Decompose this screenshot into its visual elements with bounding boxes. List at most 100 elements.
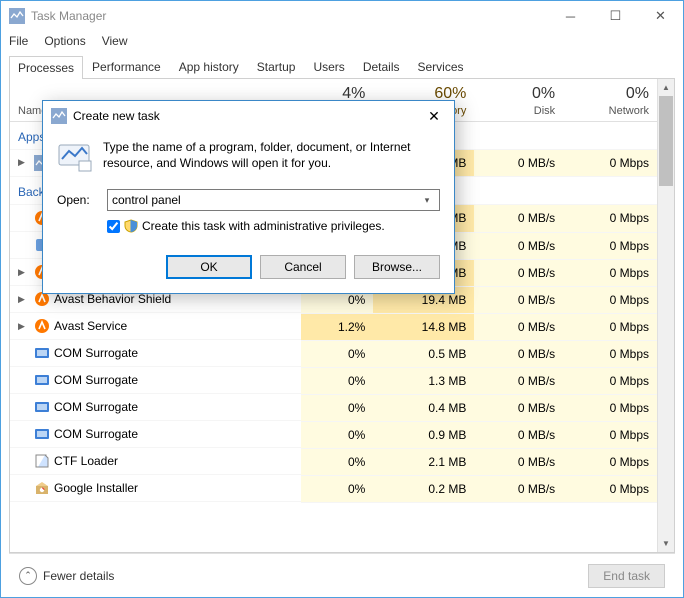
table-row[interactable]: COM Surrogate 0%1.3 MB0 MB/s0 Mbps — [10, 367, 657, 394]
browse-button[interactable]: Browse... — [354, 255, 440, 279]
cell-net: 0 Mbps — [563, 205, 657, 233]
tab-details[interactable]: Details — [354, 55, 409, 78]
cell-cpu: 0% — [301, 421, 373, 448]
cell-net: 0 Mbps — [563, 475, 657, 502]
cell-disk: 0 MB/s — [474, 448, 563, 475]
cell-disk: 0 MB/s — [474, 232, 563, 259]
cell-disk: 0 MB/s — [474, 367, 563, 394]
cancel-button[interactable]: Cancel — [260, 255, 346, 279]
cell-mem: 0.5 MB — [373, 340, 474, 367]
shield-icon — [124, 219, 138, 233]
cell-net: 0 Mbps — [563, 448, 657, 475]
table-row[interactable]: ▶Avast Service1.2%14.8 MB0 MB/s0 Mbps — [10, 313, 657, 340]
open-combobox[interactable]: ▾ — [107, 189, 440, 211]
process-name: CTF Loader — [54, 454, 118, 468]
cell-disk: 0 MB/s — [474, 259, 563, 286]
tab-app-history[interactable]: App history — [170, 55, 248, 78]
expand-icon[interactable]: ▶ — [18, 321, 30, 332]
cell-mem: 0.9 MB — [373, 421, 474, 448]
tab-performance[interactable]: Performance — [83, 55, 170, 78]
cell-disk: 0 MB/s — [474, 421, 563, 448]
cell-mem: 0.4 MB — [373, 394, 474, 421]
expand-icon[interactable]: ▶ — [18, 294, 30, 305]
dialog-close-button[interactable]: ✕ — [414, 108, 454, 125]
window-title: Task Manager — [31, 9, 106, 23]
chevron-up-icon: ⌃ — [19, 567, 37, 585]
cell-net: 0 Mbps — [563, 232, 657, 259]
com-icon — [34, 399, 50, 415]
table-row[interactable]: COM Surrogate 0%0.4 MB0 MB/s0 Mbps — [10, 394, 657, 421]
cell-net: 0 Mbps — [563, 367, 657, 394]
cell-cpu: 0% — [301, 448, 373, 475]
menu-file[interactable]: File — [9, 34, 28, 48]
process-name: Avast Behavior Shield — [54, 292, 171, 306]
process-name: COM Surrogate — [54, 373, 138, 387]
scroll-down-icon[interactable]: ▼ — [658, 535, 674, 552]
com-icon — [34, 345, 50, 361]
vertical-scrollbar[interactable]: ▲ ▼ — [657, 79, 674, 552]
expand-icon[interactable]: ▶ — [18, 157, 30, 168]
admin-label: Create this task with administrative pri… — [142, 219, 385, 233]
menubar: File Options View — [1, 31, 683, 51]
cell-net: 0 Mbps — [563, 394, 657, 421]
cell-cpu: 0% — [301, 475, 373, 502]
run-dialog-icon — [51, 108, 67, 124]
col-network[interactable]: 0%Network — [563, 79, 657, 121]
chevron-down-icon[interactable]: ▾ — [419, 195, 435, 206]
com-icon — [34, 372, 50, 388]
cell-mem: 1.3 MB — [373, 367, 474, 394]
process-name: COM Surrogate — [54, 346, 138, 360]
run-icon — [57, 139, 93, 175]
table-row[interactable]: Google Installer 0%0.2 MB0 MB/s0 Mbps — [10, 475, 657, 502]
titlebar: Task Manager ─ ☐ ✕ — [1, 1, 683, 31]
table-row[interactable]: COM Surrogate0%0.5 MB0 MB/s0 Mbps — [10, 340, 657, 367]
cell-cpu: 0% — [301, 394, 373, 421]
tab-users[interactable]: Users — [304, 55, 353, 78]
expand-icon[interactable]: ▶ — [18, 267, 30, 278]
open-label: Open: — [57, 193, 97, 207]
end-task-button[interactable]: End task — [588, 564, 665, 588]
table-row[interactable]: CTF Loader 0%2.1 MB0 MB/s0 Mbps — [10, 448, 657, 475]
scrollbar-thumb[interactable] — [659, 96, 673, 186]
process-name: Avast Service — [54, 319, 127, 333]
process-name: COM Surrogate — [54, 427, 138, 441]
create-new-task-dialog: Create new task ✕ Type the name of a pro… — [42, 100, 455, 294]
cell-net: 0 Mbps — [563, 259, 657, 286]
tab-services[interactable]: Services — [409, 55, 473, 78]
cell-cpu: 1.2% — [301, 313, 373, 340]
footer: ⌃ Fewer details End task — [9, 553, 675, 597]
maximize-button[interactable]: ☐ — [593, 2, 638, 31]
fewer-details-button[interactable]: ⌃ Fewer details — [19, 567, 114, 585]
close-button[interactable]: ✕ — [638, 2, 683, 31]
admin-checkbox[interactable] — [107, 220, 120, 233]
cell-net: 0 Mbps — [563, 340, 657, 367]
minimize-button[interactable]: ─ — [548, 2, 593, 31]
ctf-icon — [34, 453, 50, 469]
cell-disk: 0 MB/s — [474, 340, 563, 367]
cell-mem: 0.2 MB — [373, 475, 474, 502]
ok-button[interactable]: OK — [166, 255, 252, 279]
dialog-title: Create new task — [73, 109, 160, 123]
dialog-description: Type the name of a program, folder, docu… — [103, 139, 440, 171]
scroll-up-icon[interactable]: ▲ — [658, 79, 674, 96]
cell-net: 0 Mbps — [563, 421, 657, 448]
cell-mem: 2.1 MB — [373, 448, 474, 475]
cell-disk: 0 MB/s — [474, 313, 563, 340]
menu-options[interactable]: Options — [44, 34, 85, 48]
table-row[interactable]: COM Surrogate 0%0.9 MB0 MB/s0 Mbps — [10, 421, 657, 448]
open-input[interactable] — [112, 193, 419, 207]
cell-net: 0 Mbps — [563, 286, 657, 313]
google-icon — [34, 480, 50, 496]
col-disk[interactable]: 0%Disk — [474, 79, 563, 121]
cell-disk: 0 MB/s — [474, 149, 563, 177]
cell-disk: 0 MB/s — [474, 475, 563, 502]
process-name: Google Installer — [54, 481, 138, 495]
cell-net: 0 Mbps — [563, 149, 657, 177]
cell-disk: 0 MB/s — [474, 394, 563, 421]
menu-view[interactable]: View — [102, 34, 128, 48]
process-name: COM Surrogate — [54, 400, 138, 414]
cell-cpu: 0% — [301, 367, 373, 394]
tab-strip: ProcessesPerformanceApp historyStartupUs… — [9, 55, 675, 79]
tab-processes[interactable]: Processes — [9, 56, 83, 79]
tab-startup[interactable]: Startup — [248, 55, 305, 78]
